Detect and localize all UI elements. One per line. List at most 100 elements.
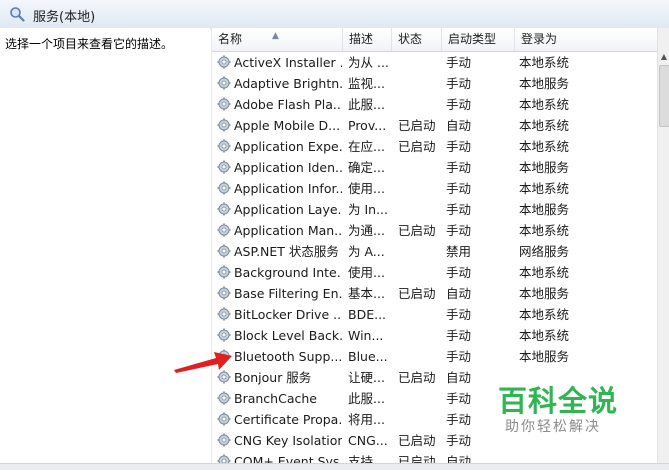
column-header-name[interactable]: ▲ 名称 (212, 28, 343, 51)
watermark-main-text: 百科全说 (498, 384, 619, 418)
table-row[interactable]: Apple Mobile D... Prov... 已启动 自动 本地系统 (212, 115, 658, 136)
table-row[interactable]: Application Laye... 为 In... 手动 本地服务 (212, 199, 658, 220)
service-name: Application Man... (234, 223, 342, 238)
table-row[interactable]: ASP.NET 状态服务为 A... 禁用 网络服务 (212, 241, 658, 262)
service-startup-type: 手动 (446, 76, 472, 91)
service-startup-type: 手动 (446, 223, 472, 238)
gear-icon (217, 412, 231, 426)
table-row[interactable]: Application Infor... 使用... 手动 本地系统 (212, 178, 658, 199)
service-name: Adaptive Brightn... (234, 76, 342, 91)
service-description: 确定... (348, 160, 385, 175)
scroll-up-icon[interactable]: ▲ (658, 50, 669, 64)
service-logon-as: 本地系统 (519, 307, 570, 322)
service-status (398, 325, 444, 346)
service-logon-as: 本地系统 (519, 97, 570, 112)
scroll-thumb[interactable] (659, 65, 669, 127)
service-status: 已启动 (398, 139, 436, 154)
service-logon-as: 本地服务 (519, 76, 570, 91)
gear-icon (217, 286, 231, 300)
service-name: Background Inte... (234, 265, 342, 280)
service-logon-as: 本地系统 (519, 328, 570, 343)
service-status: 已启动 (398, 223, 436, 238)
gear-icon (217, 76, 231, 90)
watermark-sub-text: 助你轻松解决 (505, 419, 601, 435)
service-logon-as: 本地服务 (519, 202, 570, 217)
service-description: CNG... (348, 433, 388, 448)
table-row[interactable]: BitLocker Drive ... BDE... 手动 本地系统 (212, 304, 658, 325)
table-row[interactable]: ActiveX Installer ... 为从 ... 手动 本地系统 (212, 52, 658, 73)
table-row[interactable]: Base Filtering En... 基本... 已启动 自动 本地服务 (212, 283, 658, 304)
service-logon-as: 本地服务 (519, 286, 570, 301)
service-logon-as: 本地系统 (519, 139, 570, 154)
service-status (398, 409, 444, 430)
service-logon-as: 本地系统 (519, 181, 570, 196)
watermark-logo: 百科全说 助你轻松解决 (498, 378, 623, 440)
service-name: Apple Mobile D... (234, 118, 341, 133)
service-status: 已启动 (398, 433, 436, 448)
gear-icon (217, 97, 231, 111)
service-status: 已启动 (398, 286, 436, 301)
service-logon-as: 本地系统 (519, 223, 570, 238)
service-status (398, 241, 444, 262)
service-name: Application Iden... (234, 160, 342, 175)
column-header-status[interactable]: 状态 (392, 28, 442, 51)
service-logon-as: 本地服务 (519, 160, 570, 175)
service-status (398, 73, 444, 94)
gear-icon (217, 328, 231, 342)
service-description: 为从 ... (348, 55, 389, 70)
service-description: 为 A... (348, 244, 385, 259)
service-description: Win... (348, 328, 384, 343)
service-startup-type: 手动 (446, 139, 472, 154)
table-row[interactable]: Application Man... 为通... 已启动 手动 本地系统 (212, 220, 658, 241)
column-header-startup-type[interactable]: 启动类型 (442, 28, 515, 51)
service-description: 在应... (348, 139, 385, 154)
column-header-logon-as[interactable]: 登录为 (515, 28, 658, 51)
service-status (398, 346, 444, 367)
service-name: Application Laye... (234, 202, 342, 217)
service-logon-as: 本地系统 (519, 265, 570, 280)
table-row[interactable]: Adaptive Brightn... 监视... 手动 本地服务 (212, 73, 658, 94)
service-description: 此服... (348, 97, 385, 112)
gear-icon (217, 391, 231, 405)
gear-icon (217, 139, 231, 153)
service-description: 此服... (348, 391, 385, 406)
service-status (398, 52, 444, 73)
list-header: ▲ 名称 描述 状态 启动类型 登录为 (212, 28, 658, 52)
table-row[interactable]: Background Inte... 使用... 手动 本地系统 (212, 262, 658, 283)
service-status: 已启动 (398, 370, 436, 385)
service-status (398, 94, 444, 115)
gear-icon (217, 433, 231, 447)
service-description: 为 In... (348, 202, 389, 217)
service-startup-type: 手动 (446, 181, 472, 196)
service-name: CNG Key Isolation (234, 433, 342, 448)
red-arrow-icon (174, 352, 232, 373)
service-status (398, 304, 444, 325)
service-startup-type: 手动 (446, 160, 472, 175)
service-description: 使用... (348, 265, 385, 280)
service-status: 已启动 (398, 118, 436, 133)
column-header-logon-as-label: 登录为 (521, 32, 558, 46)
column-header-description[interactable]: 描述 (343, 28, 392, 51)
gear-icon (217, 223, 231, 237)
service-status (398, 157, 444, 178)
service-status (398, 262, 444, 283)
vertical-scrollbar[interactable]: ▲ (657, 28, 669, 469)
service-name: BitLocker Drive ... (234, 307, 342, 322)
title-bar: 服务(本地) (0, 0, 669, 29)
gear-icon (217, 181, 231, 195)
table-row[interactable]: Application Expe... 在应... 已启动 手动 本地系统 (212, 136, 658, 157)
service-description: 使用... (348, 181, 385, 196)
table-row[interactable]: Block Level Back... Win... 手动 本地系统 (212, 325, 658, 346)
column-header-name-label: 名称 (218, 32, 243, 46)
service-startup-type: 手动 (446, 265, 472, 280)
column-header-status-label: 状态 (398, 32, 423, 46)
service-startup-type: 手动 (446, 55, 472, 70)
column-header-description-label: 描述 (349, 32, 374, 46)
service-name: Certificate Propa... (234, 412, 342, 427)
service-logon-as: 本地系统 (519, 118, 570, 133)
table-row[interactable]: Adobe Flash Pla... 此服... 手动 本地系统 (212, 94, 658, 115)
table-row[interactable]: Bluetooth Supp... Blue... 手动 本地服务 (212, 346, 658, 367)
table-row[interactable]: Application Iden... 确定... 手动 本地服务 (212, 157, 658, 178)
service-startup-type: 手动 (446, 202, 472, 217)
service-logon-as: 网络服务 (519, 244, 570, 259)
